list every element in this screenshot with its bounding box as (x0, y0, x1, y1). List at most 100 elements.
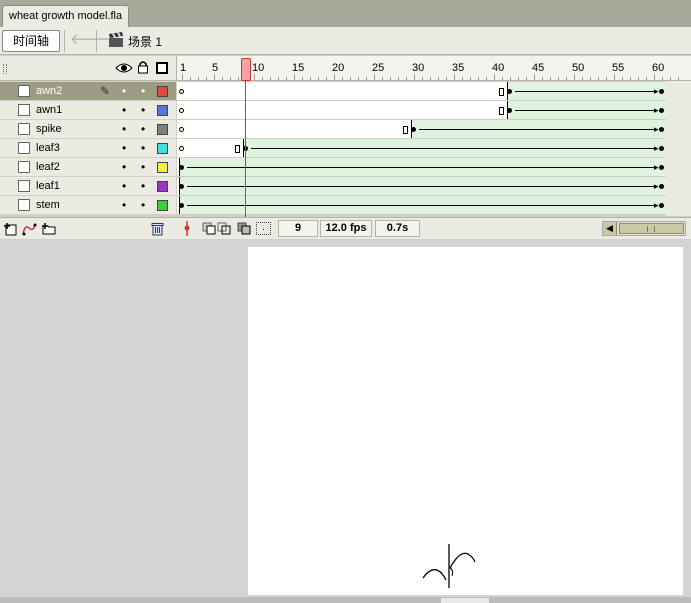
onion-skin-icon[interactable] (202, 222, 216, 235)
insert-folder-icon[interactable] (41, 222, 57, 236)
onion-skin-outlines-icon[interactable] (217, 222, 231, 235)
keyframe[interactable] (659, 146, 664, 151)
keyframe[interactable] (507, 108, 512, 113)
ruler-tick (662, 77, 663, 80)
ruler-tick (318, 77, 319, 80)
blank-keyframe[interactable] (179, 89, 184, 94)
current-frame-field[interactable]: 9 (278, 220, 318, 237)
blank-keyframe[interactable] (179, 146, 184, 151)
visibility-toggle[interactable]: • (122, 85, 126, 97)
insert-layer-icon[interactable] (3, 222, 17, 236)
stage-canvas[interactable] (248, 247, 683, 595)
outline-color-swatch[interactable] (157, 105, 168, 116)
layer-name[interactable]: leaf2 (36, 161, 60, 173)
timeline-toggle-button[interactable]: 时间轴 (2, 30, 60, 52)
layer-row-awn2[interactable]: awn2 ✎ • • (0, 82, 176, 101)
ruler-tick (598, 77, 599, 80)
ruler-tick (398, 77, 399, 80)
visibility-toggle[interactable]: • (122, 123, 126, 135)
frame-row-awn1[interactable]: ▸ (177, 101, 667, 120)
blank-keyframe[interactable] (179, 127, 184, 132)
timeline-horizontal-scrollbar[interactable]: ◀ (602, 221, 686, 236)
add-motion-guide-icon[interactable] (21, 222, 37, 236)
keyframe[interactable] (659, 203, 664, 208)
frame-ruler[interactable]: 1 5 10 15 20 25 30 35 40 45 50 55 60 (176, 56, 691, 81)
layer-name[interactable]: awn2 (36, 85, 62, 97)
grip-icon[interactable] (3, 64, 7, 74)
frame-row-stem[interactable]: ▸ (177, 196, 667, 215)
keyframe[interactable] (659, 89, 664, 94)
outline-color-swatch[interactable] (157, 200, 168, 211)
ruler-tick (566, 77, 567, 80)
pencil-icon: ✎ (100, 84, 111, 98)
visibility-toggle[interactable]: • (122, 161, 126, 173)
layer-row-stem[interactable]: stem • • (0, 196, 176, 215)
center-frame-icon[interactable] (182, 221, 192, 236)
visibility-toggle[interactable]: • (122, 104, 126, 116)
ruler-label: 25 (372, 62, 385, 74)
keyframe[interactable] (659, 108, 664, 113)
frame-rate-field[interactable]: 12.0 fps (320, 220, 372, 237)
lock-toggle[interactable]: • (141, 123, 145, 135)
scroll-thumb[interactable] (619, 223, 684, 234)
layer-row-leaf2[interactable]: leaf2 • • (0, 158, 176, 177)
lock-toggle[interactable]: • (141, 199, 145, 211)
outline-color-swatch[interactable] (157, 124, 168, 135)
layer-row-awn1[interactable]: awn1 • • (0, 101, 176, 120)
blank-keyframe[interactable] (179, 108, 184, 113)
keyframe[interactable] (659, 184, 664, 189)
visibility-toggle[interactable]: • (122, 142, 126, 154)
lock-toggle[interactable]: • (141, 161, 145, 173)
keyframe[interactable] (179, 203, 184, 208)
visibility-toggle[interactable]: • (122, 199, 126, 211)
back-arrow-icon[interactable]: 🡐 (70, 31, 110, 49)
eye-icon[interactable] (115, 62, 133, 74)
layer-name[interactable]: awn1 (36, 104, 62, 116)
trash-icon[interactable] (151, 222, 164, 236)
frame-row-leaf3[interactable]: ▸ (177, 139, 667, 158)
keyframe[interactable] (179, 184, 184, 189)
lock-toggle[interactable]: • (141, 142, 145, 154)
document-tab[interactable]: wheat growth model.fla (2, 5, 130, 27)
layer-header (0, 56, 176, 81)
edit-multiple-frames-icon[interactable] (237, 222, 251, 235)
timeline-status-bar: · 9 12.0 fps 0.7s ◀ (176, 217, 691, 239)
ruler-tick (550, 77, 551, 80)
visibility-toggle[interactable]: • (122, 180, 126, 192)
layer-name[interactable]: leaf3 (36, 142, 60, 154)
keyframe[interactable] (179, 165, 184, 170)
ruler-tick (262, 77, 263, 80)
keyframe[interactable] (659, 127, 664, 132)
frame-row-leaf1[interactable]: ▸ (177, 177, 667, 196)
layer-name[interactable]: spike (36, 123, 62, 135)
outline-color-swatch[interactable] (157, 181, 168, 192)
ruler-label: 35 (452, 62, 465, 74)
scroll-left-arrow-icon[interactable]: ◀ (603, 222, 617, 235)
layer-row-leaf1[interactable]: leaf1 • • (0, 177, 176, 196)
outline-color-swatch[interactable] (157, 143, 168, 154)
lock-toggle[interactable]: • (141, 85, 145, 97)
lock-toggle[interactable]: • (141, 180, 145, 192)
frame-row-spike[interactable]: ▸ (177, 120, 667, 139)
playhead[interactable] (241, 58, 251, 81)
layer-name[interactable]: stem (36, 199, 60, 211)
layer-row-spike[interactable]: spike • • (0, 120, 176, 139)
keyframe[interactable] (411, 127, 416, 132)
outline-color-swatch[interactable] (157, 86, 168, 97)
scene-label[interactable]: 场景 1 (128, 33, 162, 50)
ruler-tick (486, 77, 487, 80)
lock-icon[interactable] (137, 60, 149, 74)
frame-row-leaf2[interactable]: ▸ (177, 158, 667, 177)
keyframe[interactable] (507, 89, 512, 94)
stage-bottom-scrollbar[interactable] (0, 597, 691, 603)
outline-color-swatch[interactable] (157, 162, 168, 173)
modify-onion-markers-icon[interactable]: · (256, 222, 271, 235)
layer-row-leaf3[interactable]: leaf3 • • (0, 139, 176, 158)
outline-square-icon[interactable] (156, 62, 168, 74)
keyframe[interactable] (659, 165, 664, 170)
lock-toggle[interactable]: • (141, 104, 145, 116)
layer-name[interactable]: leaf1 (36, 180, 60, 192)
flash-window: wheat growth model.fla 时间轴 🡐 场景 1 1 5 10 15… (0, 0, 691, 603)
frame-row-awn2[interactable]: ▸ (177, 82, 667, 101)
stage-scroll-thumb[interactable] (441, 598, 489, 603)
